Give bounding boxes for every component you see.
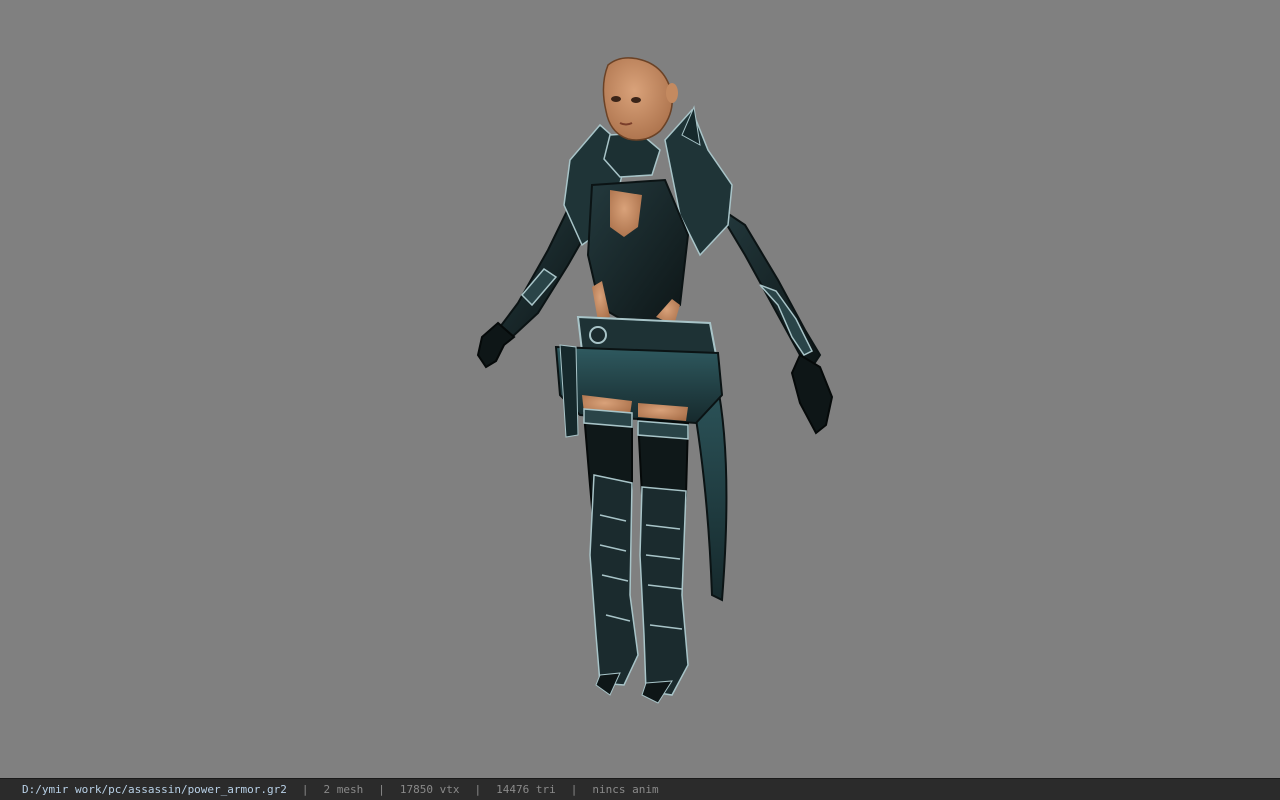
character-model[interactable] bbox=[460, 55, 850, 705]
animation-status: nincs anim bbox=[592, 783, 659, 796]
ear bbox=[666, 83, 678, 103]
left-eye bbox=[611, 96, 621, 102]
vertex-count: 17850 vtx bbox=[399, 783, 460, 796]
left-boot bbox=[589, 474, 639, 686]
skirt-side-panel bbox=[559, 344, 579, 438]
file-path: D:/ymir work/pc/assassin/power_armor.gr2 bbox=[22, 783, 287, 796]
separator: | bbox=[474, 783, 482, 796]
separator: | bbox=[378, 783, 385, 796]
left-stocking-band bbox=[583, 408, 633, 428]
separator: | bbox=[301, 783, 309, 796]
triangle-count: 14476 tri bbox=[496, 783, 556, 796]
right-eye bbox=[631, 97, 641, 103]
right-boot bbox=[639, 486, 689, 696]
separator: | bbox=[570, 783, 578, 796]
right-stocking-band bbox=[637, 420, 689, 440]
3d-viewport[interactable] bbox=[0, 0, 1280, 778]
mesh-count: 2 mesh bbox=[323, 783, 364, 796]
right-hand bbox=[790, 353, 834, 435]
status-bar: D:/ymir work/pc/assassin/power_armor.gr2… bbox=[0, 778, 1280, 800]
